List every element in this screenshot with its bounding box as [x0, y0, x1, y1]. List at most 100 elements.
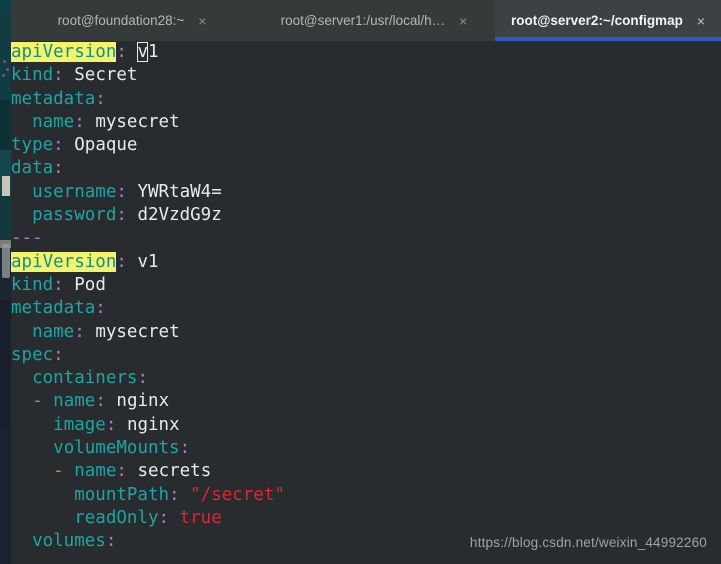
yaml-key: name: [32, 111, 75, 132]
tab-bar: root@foundation28:~ × root@server1:/usr/…: [11, 0, 721, 41]
editor-line: apiVersion: v1: [11, 251, 721, 274]
editor-line: kind: Pod: [11, 274, 721, 297]
yaml-value: Opaque: [74, 135, 138, 156]
editor-line: spec:: [11, 344, 721, 367]
editor-line: volumeMounts:: [11, 437, 721, 460]
active-tab-indicator: [495, 37, 721, 41]
list-bullet: -: [53, 461, 64, 482]
yaml-key: name: [53, 391, 96, 412]
yaml-colon: :: [179, 438, 191, 459]
yaml-value: mysecret: [95, 111, 180, 132]
yaml-value: mysecret: [95, 321, 180, 342]
yaml-key: mountPath: [74, 484, 170, 505]
desktop-speck-icon: [3, 60, 6, 63]
editor-line: image: nginx: [11, 414, 721, 437]
editor-line: readOnly: true: [11, 507, 721, 530]
text-cursor: v: [137, 42, 148, 62]
watermark: https://blog.csdn.net/weixin_44992260: [469, 535, 707, 550]
yaml-colon: :: [95, 391, 106, 412]
editor-line: - name: nginx: [11, 390, 721, 413]
yaml-colon: :: [53, 274, 64, 295]
yaml-key: spec: [11, 344, 54, 365]
tab-root-server2-configmap[interactable]: root@server2:~/configmap ×: [495, 0, 721, 41]
yaml-colon: :: [53, 158, 64, 179]
yaml-value: Pod: [74, 274, 106, 295]
yaml-colon: :: [116, 205, 127, 226]
tab-root-server1[interactable]: root@server1:/usr/local/h… ×: [253, 0, 495, 41]
yaml-key: name: [74, 461, 117, 482]
close-icon[interactable]: ×: [198, 14, 206, 28]
yaml-key: password: [32, 205, 117, 226]
yaml-key: username: [32, 181, 117, 202]
editor-line: kind: Secret: [11, 64, 721, 87]
editor-line: metadata:: [11, 88, 721, 111]
background-window-sliver: [0, 0, 11, 564]
yaml-key: kind: [11, 274, 54, 295]
yaml-colon: :: [116, 251, 127, 272]
yaml-key: image: [53, 414, 106, 435]
editor-line: data:: [11, 157, 721, 180]
yaml-colon: :: [158, 507, 170, 528]
editor-line: apiVersion: v1: [11, 41, 721, 64]
yaml-colon: :: [95, 88, 106, 109]
editor-line: - name: secrets: [11, 460, 721, 483]
yaml-key: volumes: [32, 531, 106, 552]
yaml-key: containers: [32, 368, 138, 389]
yaml-colon: :: [116, 181, 127, 202]
editor-line: password: d2VzdG9z: [11, 204, 721, 227]
editor-line: name: mysecret: [11, 111, 721, 134]
yaml-colon: :: [116, 461, 127, 482]
yaml-key: data: [11, 158, 54, 179]
yaml-colon: :: [74, 321, 85, 342]
yaml-key: metadata: [11, 88, 96, 109]
editor-line: ---: [11, 227, 721, 250]
terminal-editor-pane[interactable]: apiVersion: v1 kind: Secret metadata: name…: [11, 41, 721, 564]
yaml-value: Secret: [74, 65, 138, 86]
tab-root-foundation28[interactable]: root@foundation28:~ ×: [11, 0, 253, 41]
yaml-value: nginx: [116, 391, 170, 412]
yaml-value: v1: [137, 251, 159, 272]
yaml-colon: :: [95, 298, 106, 319]
yaml-value: true: [179, 507, 222, 528]
yaml-key: apiVersion: [11, 251, 117, 272]
yaml-value: nginx: [126, 414, 180, 435]
yaml-colon: :: [116, 42, 127, 62]
document-separator: ---: [11, 228, 43, 249]
yaml-key: apiVersion: [11, 42, 117, 62]
yaml-colon: :: [105, 414, 117, 435]
yaml-key: readOnly: [74, 507, 159, 528]
yaml-colon: :: [137, 368, 148, 389]
yaml-colon: :: [74, 111, 85, 132]
close-icon[interactable]: ×: [459, 14, 467, 28]
list-bullet: -: [32, 391, 43, 412]
yaml-colon: :: [53, 65, 64, 86]
desktop-speck-icon: [2, 74, 5, 77]
yaml-colon: :: [53, 344, 64, 365]
yaml-key: kind: [11, 65, 54, 86]
editor-line: containers:: [11, 367, 721, 390]
editor-line: type: Opaque: [11, 134, 721, 157]
editor-line: name: mysecret: [11, 321, 721, 344]
yaml-key: metadata: [11, 298, 96, 319]
tab-label: root@foundation28:~: [57, 13, 185, 28]
tab-label: root@server1:/usr/local/h…: [280, 13, 446, 28]
yaml-value: "/secret": [190, 484, 285, 505]
yaml-value: 1: [148, 42, 159, 62]
yaml-key: volumeMounts: [53, 438, 180, 459]
yaml-key: type: [11, 135, 54, 156]
editor-line: username: YWRtaW4=: [11, 181, 721, 204]
yaml-colon: :: [53, 135, 64, 156]
background-window-tile: [2, 176, 10, 196]
yaml-colon: :: [105, 531, 117, 552]
yaml-value: YWRtaW4=: [137, 181, 222, 202]
editor-line: mountPath: "/secret": [11, 484, 721, 507]
yaml-key: name: [32, 321, 75, 342]
editor-line: metadata:: [11, 297, 721, 320]
tab-label: root@server2:~/configmap: [510, 13, 683, 28]
background-window-handle: [2, 244, 10, 278]
yaml-value: d2VzdG9z: [137, 205, 222, 226]
yaml-colon: :: [169, 484, 180, 505]
desktop-speck-icon: [6, 68, 9, 71]
yaml-value: secrets: [137, 461, 212, 482]
close-icon[interactable]: ×: [697, 14, 705, 28]
